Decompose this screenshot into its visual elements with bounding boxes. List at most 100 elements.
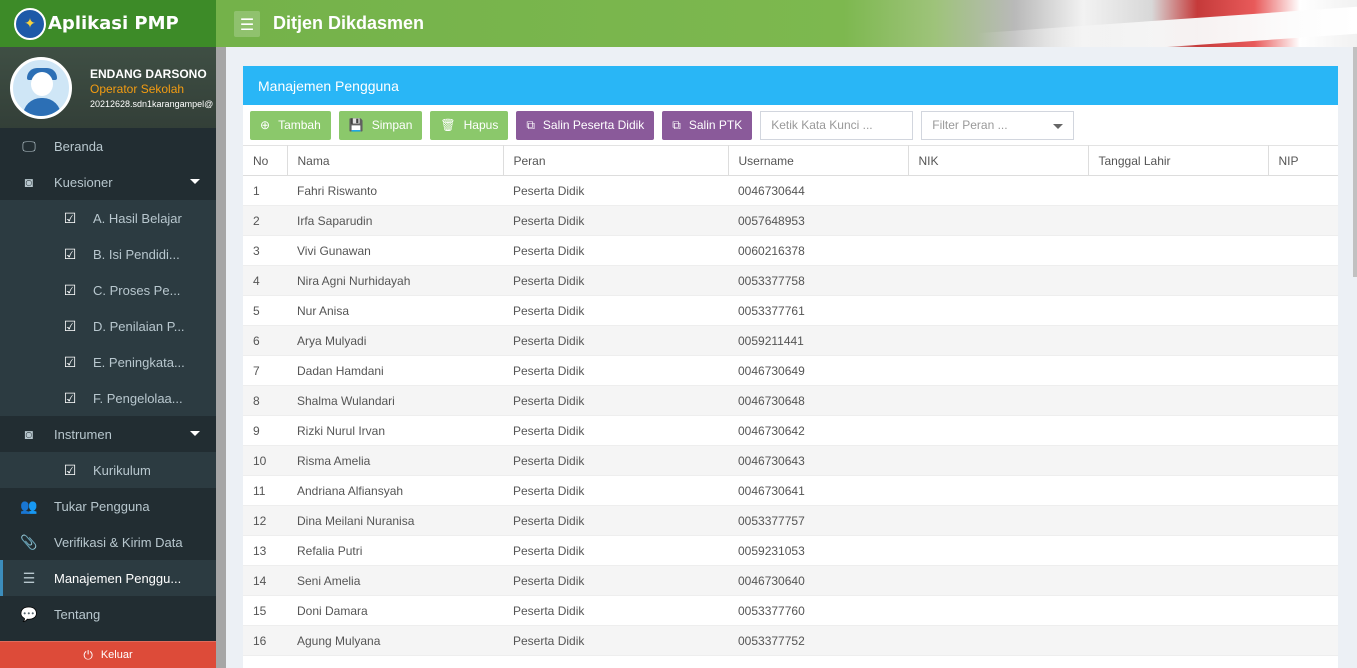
- table-row[interactable]: 4 Nira Agni Nurhidayah Peserta Didik 005337…: [243, 265, 1338, 296]
- table-cell: Peserta Didik: [503, 505, 728, 536]
- column-header[interactable]: Tanggal Lahir: [1088, 145, 1269, 176]
- role-filter-select[interactable]: Filter Peran ...: [921, 110, 1075, 140]
- table-cell: [1268, 355, 1338, 386]
- checkbox-icon: ☑: [63, 353, 77, 370]
- table-cell: [908, 625, 1088, 656]
- sidebar-item-verifikasi[interactable]: 📎 Verifikasi & Kirim Data: [0, 524, 216, 560]
- save-button[interactable]: 💾 Simpan: [338, 110, 423, 140]
- column-header[interactable]: Peran: [503, 145, 729, 176]
- caret-down-icon: [190, 431, 200, 436]
- table-cell: Vivi Gunawan: [287, 235, 503, 266]
- top-header: ✦ Aplikasi PMP ☰ Ditjen Dikdasmen: [0, 0, 1357, 47]
- table-row[interactable]: 5 Nur Anisa Peserta Didik 0053377761: [243, 295, 1338, 326]
- table-cell: 0046730643: [728, 445, 908, 476]
- table-row[interactable]: 12 Dina Meilani Nuranisa Peserta Didik 0053…: [243, 505, 1338, 536]
- table-row[interactable]: 14 Seni Amelia Peserta Didik 0046730640: [243, 565, 1338, 596]
- table-cell: 3: [243, 235, 287, 266]
- table-cell: [1088, 535, 1268, 566]
- sidebar-item-tentang[interactable]: 💬 Tentang: [0, 596, 216, 632]
- table-cell: [1268, 385, 1338, 416]
- table-row[interactable]: 2 Irfa Saparudin Peserta Didik 0057648953: [243, 205, 1338, 236]
- table-row[interactable]: 6 Arya Mulyadi Peserta Didik 0059211441: [243, 325, 1338, 356]
- app-title: Aplikasi PMP: [48, 13, 179, 34]
- column-header[interactable]: Username: [728, 145, 909, 176]
- table-row[interactable]: 16 Agung Mulyana Peserta Didik 0053377752: [243, 625, 1338, 656]
- sidebar-item-instrumen[interactable]: ◙ Instrumen: [0, 416, 216, 452]
- table-cell: 5: [243, 295, 287, 326]
- table-cell: Andriana Alfiansyah: [287, 475, 503, 506]
- column-header[interactable]: NIP: [1268, 145, 1338, 176]
- table-cell: [1088, 505, 1268, 536]
- table-cell: [1268, 415, 1338, 446]
- table-cell: 15: [243, 595, 287, 626]
- sidebar-item-pengelolaan[interactable]: ☑ F. Pengelolaa...: [0, 380, 216, 416]
- table-cell: [1268, 535, 1338, 566]
- chevron-down-icon: [1053, 123, 1064, 129]
- table-cell: [1088, 475, 1268, 506]
- column-header[interactable]: Nama: [287, 145, 504, 176]
- table-row[interactable]: 3 Vivi Gunawan Peserta Didik 0060216378: [243, 235, 1338, 266]
- header-bar: ☰ Ditjen Dikdasmen: [216, 0, 1357, 47]
- table-cell: Peserta Didik: [503, 265, 728, 296]
- add-button[interactable]: ⊕ Tambah: [250, 110, 331, 140]
- table-cell: 12: [243, 505, 287, 536]
- table-cell: Nira Agni Nurhidayah: [287, 265, 503, 296]
- table-cell: [908, 235, 1088, 266]
- table-cell: [1088, 325, 1268, 356]
- table-row[interactable]: 9 Rizki Nurul Irvan Peserta Didik 004673064…: [243, 415, 1338, 446]
- table-row[interactable]: 11 Andriana Alfiansyah Peserta Didik 004673…: [243, 475, 1338, 506]
- sidebar-item-isi-pendidikan[interactable]: ☑ B. Isi Pendidi...: [0, 236, 216, 272]
- sidebar-item-penilaian[interactable]: ☑ D. Penilaian P...: [0, 308, 216, 344]
- delete-button[interactable]: 🗑 Hapus: [430, 110, 509, 140]
- table-cell: [1088, 445, 1268, 476]
- floppy-icon: 💾: [348, 118, 364, 132]
- app-brand[interactable]: ✦ Aplikasi PMP: [0, 0, 216, 47]
- table-cell: [1088, 235, 1268, 266]
- table-cell: Peserta Didik: [503, 235, 728, 266]
- table-cell: Peserta Didik: [503, 475, 728, 506]
- table-cell: [1268, 505, 1338, 536]
- sidebar: ENDANG DARSONO Operator Sekolah 20212628…: [0, 47, 216, 668]
- sidebar-item-beranda[interactable]: 🖵 Beranda: [0, 128, 216, 164]
- sidebar-item-proses[interactable]: ☑ C. Proses Pe...: [0, 272, 216, 308]
- table-cell: [1268, 325, 1338, 356]
- table-cell: 0053377752: [728, 625, 908, 656]
- table-cell: 0053377760: [728, 595, 908, 626]
- copy-students-button[interactable]: ⧉ Salin Peserta Didik: [516, 110, 655, 140]
- table-row[interactable]: 8 Shalma Wulandari Peserta Didik 0046730648: [243, 385, 1338, 416]
- sidebar-item-manajemen-pengguna[interactable]: ☰ Manajemen Penggu...: [0, 560, 216, 596]
- search-input[interactable]: Ketik Kata Kunci ...: [760, 110, 914, 140]
- table-row[interactable]: 13 Refalia Putri Peserta Didik 0059231053: [243, 535, 1338, 566]
- table-cell: [1268, 565, 1338, 596]
- table-cell: Rizki Nurul Irvan: [287, 415, 503, 446]
- table-cell: [908, 385, 1088, 416]
- menu-toggle-icon[interactable]: ☰: [234, 11, 260, 37]
- table-cell: 0059231053: [728, 535, 908, 566]
- column-header[interactable]: No: [243, 145, 288, 176]
- table-cell: [908, 295, 1088, 326]
- copy-ptk-button[interactable]: ⧉ Salin PTK: [662, 110, 753, 140]
- sidebar-item-hasil-belajar[interactable]: ☑ A. Hasil Belajar: [0, 200, 216, 236]
- binoculars-icon: ◙: [24, 174, 34, 190]
- logout-button[interactable]: ⏻ Keluar: [0, 641, 216, 668]
- table-cell: Irfa Saparudin: [287, 205, 503, 236]
- sidebar-menu: 🖵 Beranda ◙ Kuesioner ☑ A. Hasil Belajar…: [0, 128, 216, 632]
- table-cell: Refalia Putri: [287, 535, 503, 566]
- sidebar-item-tukar-pengguna[interactable]: 👥 Tukar Pengguna: [0, 488, 216, 524]
- table-row[interactable]: 15 Doni Damara Peserta Didik 0053377760: [243, 595, 1338, 626]
- sidebar-item-kuesioner[interactable]: ◙ Kuesioner: [0, 164, 216, 200]
- column-header[interactable]: NIK: [908, 145, 1089, 176]
- sidebar-item-peningkatan[interactable]: ☑ E. Peningkata...: [0, 344, 216, 380]
- table-cell: Peserta Didik: [503, 295, 728, 326]
- user-role: Operator Sekolah: [90, 81, 185, 96]
- scrollbar[interactable]: [1353, 47, 1357, 277]
- table-cell: [908, 175, 1088, 206]
- sidebar-item-kurikulum[interactable]: ☑ Kurikulum: [0, 452, 216, 488]
- table-cell: [908, 355, 1088, 386]
- table-cell: [908, 505, 1088, 536]
- table-row[interactable]: 1 Fahri Riswanto Peserta Didik 0046730644: [243, 175, 1338, 206]
- table-row[interactable]: 7 Dadan Hamdani Peserta Didik 0046730649: [243, 355, 1338, 386]
- main-content: Manajemen Pengguna ⊕ Tambah 💾 Simpan 🗑 H…: [226, 47, 1357, 668]
- user-management-panel: Manajemen Pengguna ⊕ Tambah 💾 Simpan 🗑 H…: [243, 66, 1338, 668]
- table-row[interactable]: 10 Risma Amelia Peserta Didik 0046730643: [243, 445, 1338, 476]
